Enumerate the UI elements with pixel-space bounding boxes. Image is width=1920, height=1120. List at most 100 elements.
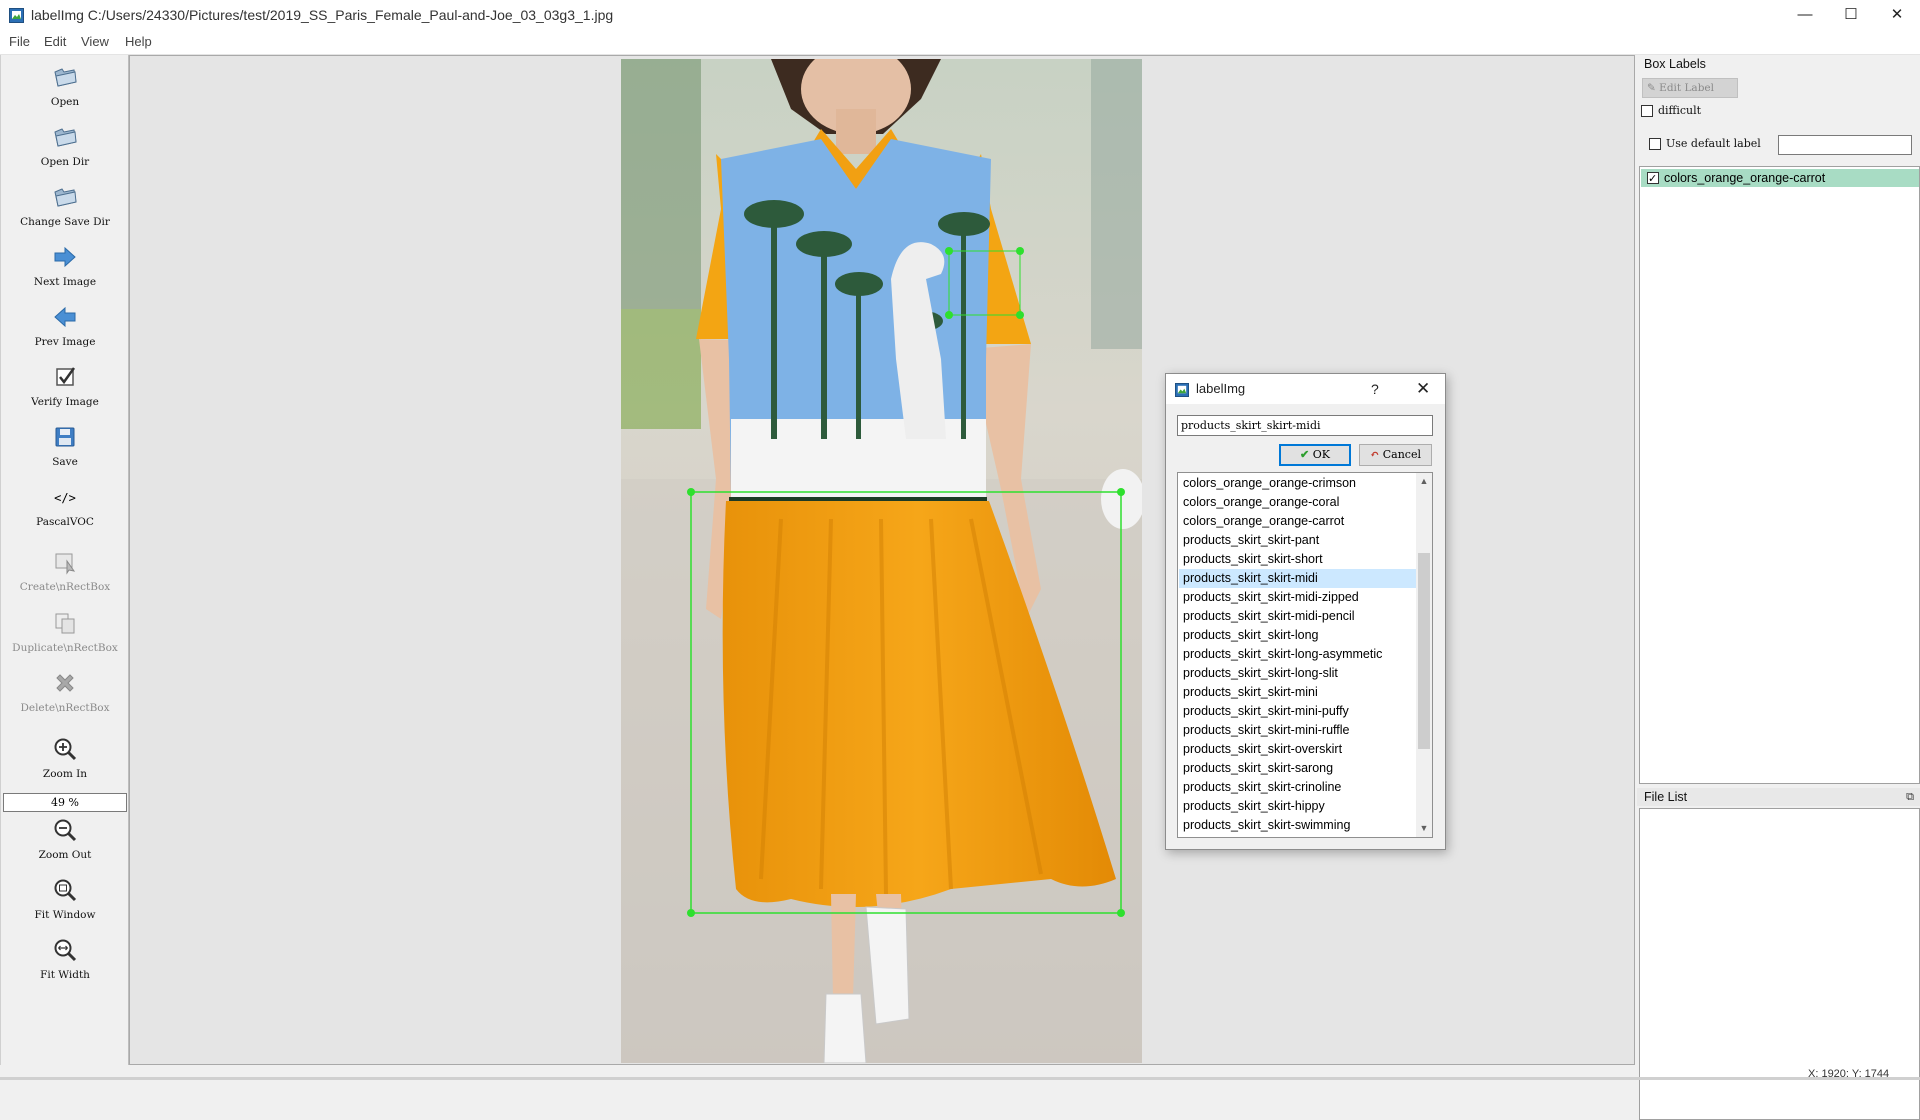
cancel-button[interactable]: ↶ Cancel bbox=[1359, 444, 1432, 466]
code-brackets-icon: </> bbox=[54, 491, 76, 505]
box-corner-handle[interactable] bbox=[1016, 311, 1024, 319]
folder-open-icon bbox=[54, 68, 77, 87]
maximize-button[interactable]: ☐ bbox=[1828, 0, 1874, 30]
label-suggestion-item[interactable]: products_skirt_skirt-overskirt bbox=[1179, 740, 1416, 759]
default-label-input[interactable] bbox=[1778, 135, 1912, 155]
label-suggestion-item[interactable]: products_skirt_skirt-hippy bbox=[1179, 797, 1416, 816]
label-list-item[interactable]: ✓ colors_orange_orange-carrot bbox=[1641, 169, 1919, 187]
menu-file[interactable]: File bbox=[9, 30, 30, 54]
dialog-title-bar: labelImg ? ✕ bbox=[1166, 374, 1445, 404]
menu-edit[interactable]: Edit bbox=[44, 30, 66, 54]
arrow-right-icon bbox=[54, 246, 76, 268]
scroll-up-icon[interactable]: ▲ bbox=[1416, 473, 1432, 490]
scroll-down-icon[interactable]: ▼ bbox=[1416, 820, 1432, 837]
label-suggestion-item[interactable]: products_skirt_skirt-mini-puffy bbox=[1179, 702, 1416, 721]
open-button[interactable]: Open bbox=[3, 64, 127, 108]
window-title: labelImg C:/Users/24330/Pictures/test/20… bbox=[31, 7, 614, 23]
use-default-label-label: Use default label bbox=[1666, 137, 1761, 150]
fit-window-button[interactable]: Fit Window bbox=[3, 877, 127, 921]
label-input[interactable]: products_skirt_skirt-midi bbox=[1177, 415, 1433, 436]
labelimg-app-icon bbox=[1175, 383, 1189, 397]
label-dialog: labelImg ? ✕ products_skirt_skirt-midi ✔… bbox=[1165, 373, 1446, 850]
label-suggestion-item[interactable]: products_skirt_skirt-short bbox=[1179, 550, 1416, 569]
checkmark-icon: ✔ bbox=[1300, 448, 1310, 461]
close-window-button[interactable]: ✕ bbox=[1874, 0, 1920, 30]
zoom-out-button[interactable]: Zoom Out bbox=[3, 817, 127, 861]
label-suggestion-item[interactable]: products_skirt_skirt-sarong bbox=[1179, 759, 1416, 778]
checkbox-checked-icon bbox=[56, 367, 76, 386]
arrow-left-icon bbox=[54, 306, 76, 328]
label-suggestion-item[interactable]: products_skirt_skirt-midi-zipped bbox=[1179, 588, 1416, 607]
create-box-icon bbox=[55, 553, 76, 575]
label-suggestion-item[interactable]: colors_orange_orange-carrot bbox=[1179, 512, 1416, 531]
label-suggestion-item[interactable]: products_skirt_skirt-mini-ruffle bbox=[1179, 721, 1416, 740]
title-bar: labelImg C:/Users/24330/Pictures/test/20… bbox=[0, 0, 1920, 30]
box-labels-list[interactable]: ✓ colors_orange_orange-carrot bbox=[1639, 166, 1920, 784]
zoom-in-button[interactable]: Zoom In bbox=[3, 736, 127, 780]
delete-rectbox-button[interactable]: Delete\nRectBox bbox=[3, 670, 127, 714]
undo-arrow-icon: ↶ bbox=[1370, 448, 1380, 461]
difficult-label: difficult bbox=[1658, 104, 1702, 117]
menu-view[interactable]: View bbox=[81, 30, 109, 54]
verify-image-button[interactable]: Verify Image bbox=[3, 364, 127, 408]
scrollbar-thumb[interactable] bbox=[1418, 553, 1430, 749]
box-corner-handle[interactable] bbox=[945, 311, 953, 319]
edit-pencil-icon: ✎ bbox=[1647, 82, 1656, 94]
dialog-title: labelImg bbox=[1196, 381, 1246, 396]
duplicate-icon bbox=[55, 613, 75, 634]
label-suggestion-item[interactable]: products_skirt_skirt-midi bbox=[1179, 569, 1416, 588]
checkmark-icon: ✓ bbox=[1648, 173, 1658, 185]
open-dir-button[interactable]: Open Dir bbox=[3, 124, 127, 168]
menu-help[interactable]: Help bbox=[125, 30, 152, 54]
create-rectbox-button[interactable]: Create\nRectBox bbox=[3, 549, 127, 593]
minimize-button[interactable]: — bbox=[1782, 0, 1828, 30]
format-pascalvoc-button[interactable]: </> PascalVOC bbox=[3, 484, 127, 528]
bounding-box-sleeve bbox=[948, 250, 1021, 316]
label-suggestion-item[interactable]: colors_orange_orange-crimson bbox=[1179, 474, 1416, 493]
use-default-label-checkbox[interactable] bbox=[1649, 138, 1661, 150]
right-panel: Box Labels ✎ Edit Label difficult Use de… bbox=[1637, 55, 1920, 1120]
file-list-title: File List ⧉ bbox=[1637, 788, 1920, 806]
help-button[interactable]: ? bbox=[1371, 374, 1379, 404]
label-suggestion-item[interactable]: products_skirt_skirt-midi-pencil bbox=[1179, 607, 1416, 626]
label-suggestion-item[interactable]: products_skirt_skirt-crinoline bbox=[1179, 778, 1416, 797]
list-scrollbar[interactable]: ▲ ▼ bbox=[1416, 473, 1432, 837]
edit-label-button[interactable]: ✎ Edit Label bbox=[1642, 78, 1738, 98]
zoom-level-spinbox[interactable]: 49 % bbox=[3, 793, 127, 812]
box-corner-handle[interactable] bbox=[1117, 909, 1125, 917]
labelimg-app-icon bbox=[9, 8, 24, 23]
zoom-out-icon bbox=[54, 819, 77, 842]
fit-window-icon bbox=[54, 879, 77, 902]
close-dialog-button[interactable]: ✕ bbox=[1416, 374, 1430, 404]
menu-bar: File Edit View Help bbox=[0, 30, 1920, 55]
label-suggestion-list[interactable]: products_skirt_skirt-swimming products_sk… bbox=[1177, 472, 1433, 838]
box-corner-handle[interactable] bbox=[945, 247, 953, 255]
delete-x-icon bbox=[56, 674, 74, 692]
folder-open-icon bbox=[54, 128, 77, 147]
label-suggestion-item[interactable]: colors_orange_orange-coral bbox=[1179, 493, 1416, 512]
change-save-dir-button[interactable]: Change Save Dir bbox=[3, 184, 127, 228]
box-corner-handle[interactable] bbox=[1117, 488, 1125, 496]
prev-image-button[interactable]: Prev Image bbox=[3, 304, 127, 348]
duplicate-rectbox-button[interactable]: Duplicate\nRectBox bbox=[3, 610, 127, 654]
box-corner-handle[interactable] bbox=[687, 488, 695, 496]
save-button[interactable]: Save bbox=[3, 424, 127, 468]
label-suggestion-item[interactable]: products_skirt_skirt-long bbox=[1179, 626, 1416, 645]
label-suggestion-item[interactable]: products_skirt_skirt-long-asymmetic bbox=[1179, 645, 1416, 664]
ok-button[interactable]: ✔ OK bbox=[1279, 444, 1351, 466]
box-labels-title: Box Labels bbox=[1644, 57, 1706, 71]
box-corner-handle[interactable] bbox=[1016, 247, 1024, 255]
undock-icon[interactable]: ⧉ bbox=[1906, 788, 1914, 806]
difficult-checkbox[interactable] bbox=[1641, 105, 1653, 117]
fit-width-button[interactable]: Fit Width bbox=[3, 937, 127, 981]
label-suggestion-item[interactable]: products_skirt_skirt-mini bbox=[1179, 683, 1416, 702]
left-toolbar: Open Open Dir Change Save Dir Next Image… bbox=[0, 55, 129, 1065]
floppy-disk-icon bbox=[55, 427, 75, 447]
box-corner-handle[interactable] bbox=[687, 909, 695, 917]
label-suggestion-item[interactable]: products_skirt_skirt-long-slit bbox=[1179, 664, 1416, 683]
next-image-button[interactable]: Next Image bbox=[3, 244, 127, 288]
label-suggestion-item[interactable]: products_skirt_skirt-swimming bbox=[1179, 816, 1416, 835]
label-visible-checkbox[interactable]: ✓ bbox=[1647, 172, 1659, 185]
folder-open-icon bbox=[54, 188, 77, 207]
label-suggestion-item[interactable]: products_skirt_skirt-pant bbox=[1179, 531, 1416, 550]
